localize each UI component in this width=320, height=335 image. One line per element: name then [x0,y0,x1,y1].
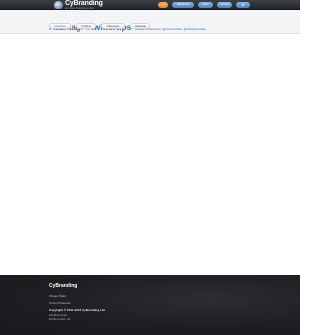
page-header: Hashtag: #twittertips Tracked influencer… [0,10,300,34]
dashboard-button[interactable]: Dashboard [172,1,194,8]
top-navigation-bar: CyBranding an online branding service • … [0,0,300,10]
tab-influencers[interactable]: Influencers [101,23,125,29]
privacy-policy-link[interactable]: Privacy Policy [49,294,105,298]
terms-of-service-link[interactable]: Terms Of Service [49,301,105,305]
tracked-link-2[interactable]: @twitterflowhide [184,27,206,31]
tab-overview[interactable]: Overview [49,23,71,29]
copyright-text: Copyright © 2011-2012 CyBranding Ltd. [49,308,106,312]
cybranding-logo[interactable]: CyBranding an online branding service [54,0,103,10]
address-line-2: EC1N London, UK [49,317,71,321]
tab-bar: Overview Timeline Influencers Hashtags [49,23,150,29]
apps-button[interactable]: Apps [198,1,213,8]
logo-text: CyBranding an online branding service [65,0,103,10]
notifications-button[interactable]: • [158,1,168,8]
footer-brand: CyBranding [49,283,78,289]
address: 221 Main Road EC1N London, UK [49,314,105,321]
user-icon: ● [241,1,245,7]
logo-mark-icon [54,1,63,9]
tab-hashtags[interactable]: Hashtags [130,23,150,29]
logo-name: CyBranding [65,0,103,7]
rss-icon: • [162,1,164,7]
user-menu-button[interactable]: ● [236,1,250,8]
tracked-link-1[interactable]: @mimiscribble [162,27,182,31]
tab-timeline[interactable]: Timeline [76,23,96,29]
page-footer: CyBranding Privacy Policy Terms Of Servi… [0,275,300,335]
footer-content: CyBranding Privacy Policy Terms Of Servi… [49,283,105,321]
account-button[interactable]: Account [217,1,232,8]
